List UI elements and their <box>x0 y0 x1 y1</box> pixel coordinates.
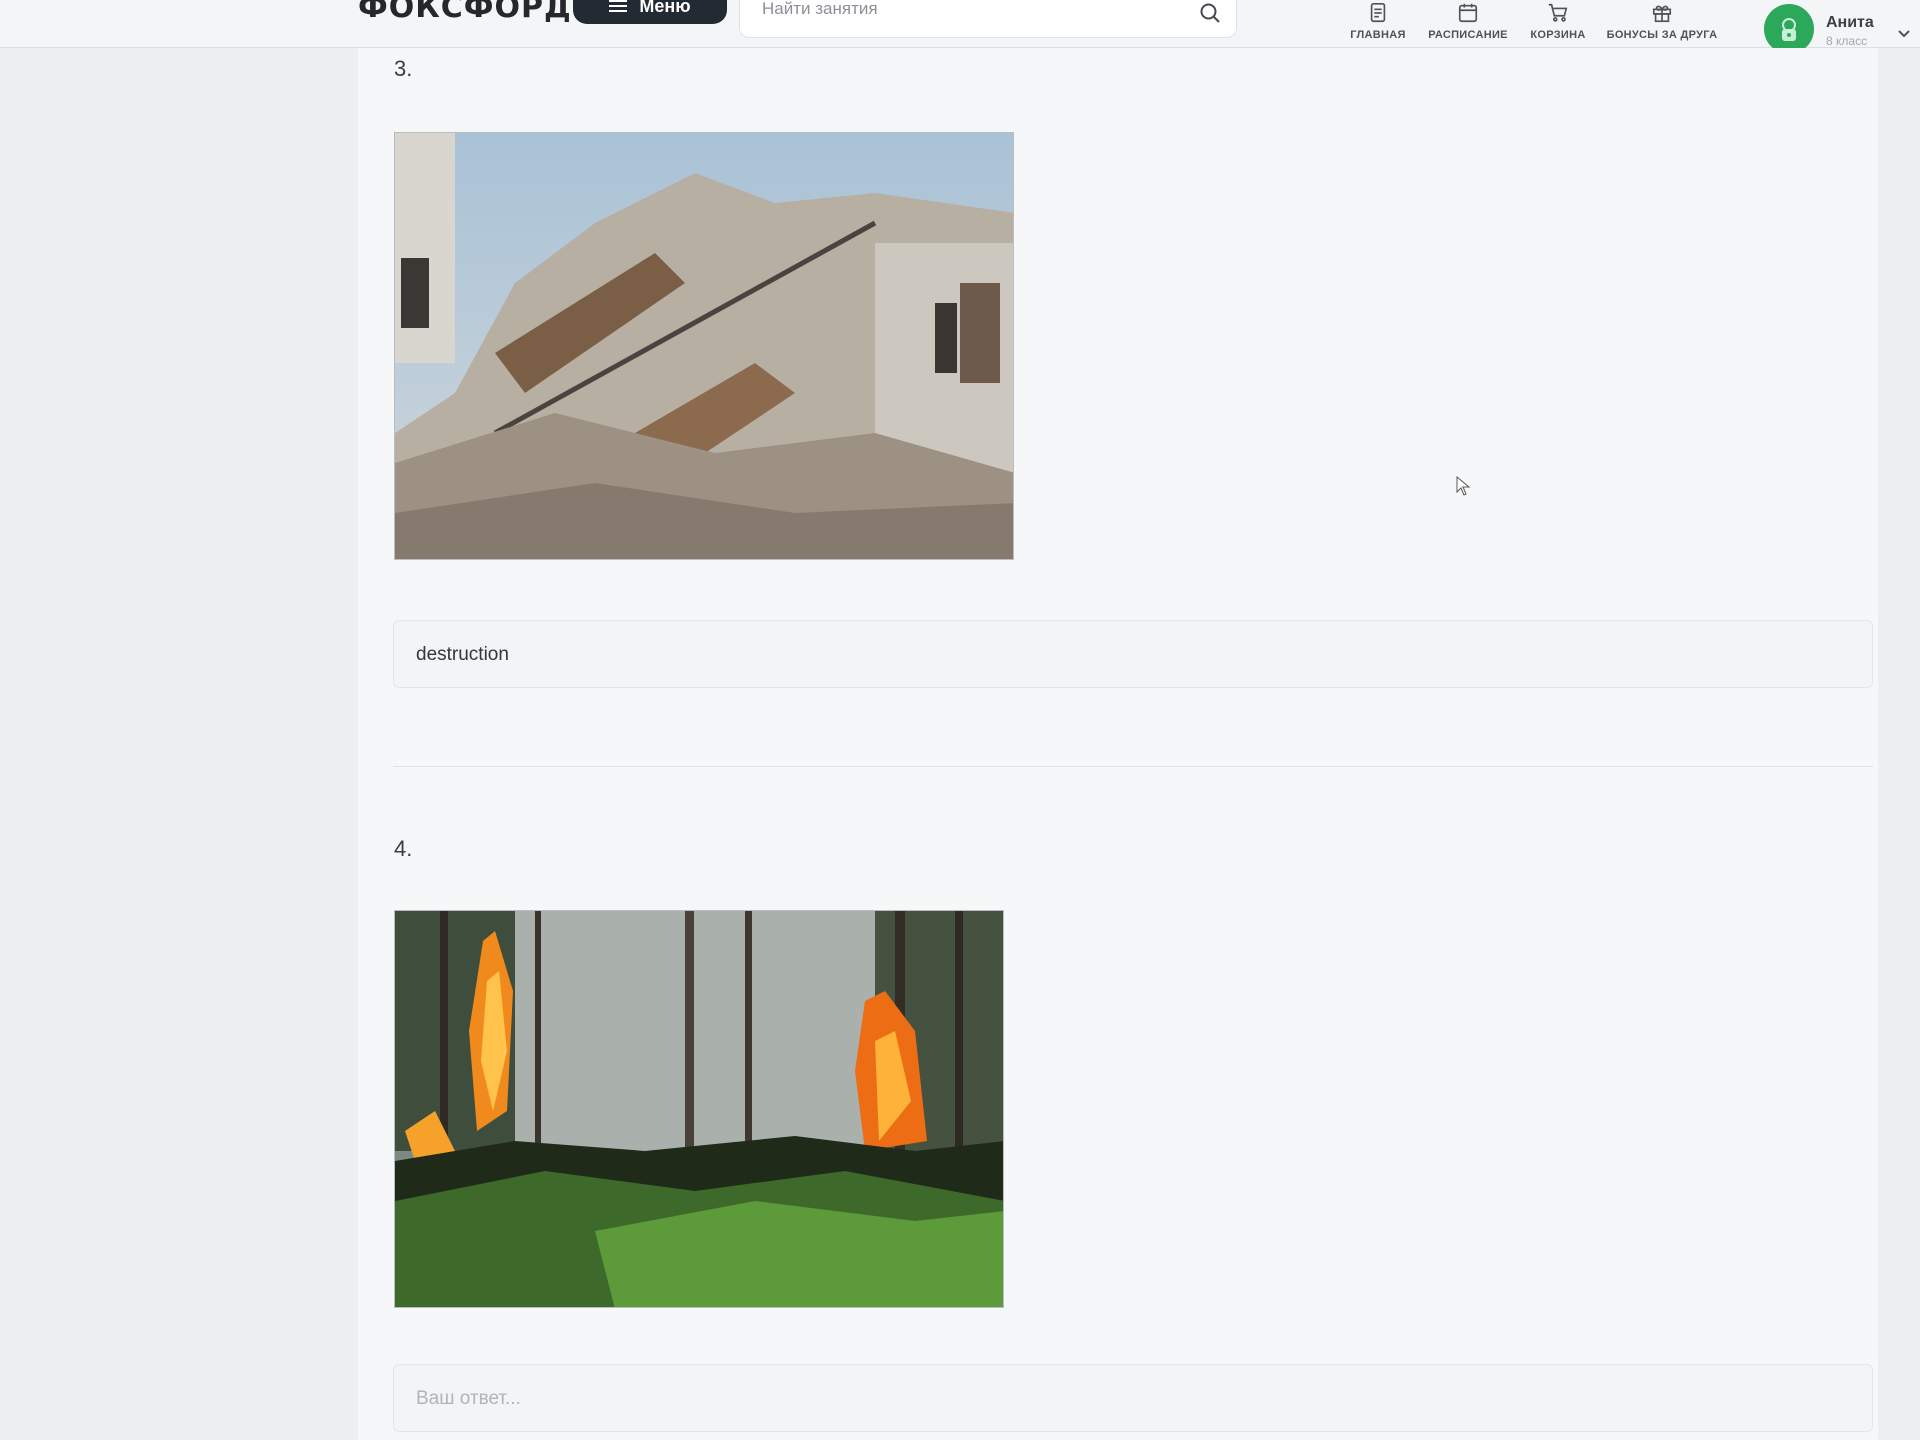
nav-bonus[interactable]: БОНУСЫ ЗА ДРУГА <box>1606 0 1718 48</box>
answer-input[interactable] <box>416 1387 1316 1411</box>
divider <box>393 766 1873 767</box>
logo[interactable]: ФОКСФОРД <box>358 0 572 25</box>
user-grade: 8 класс <box>1826 34 1868 48</box>
document-icon <box>1370 3 1386 23</box>
nav-home-label: ГЛАВНАЯ <box>1350 29 1406 41</box>
search-input[interactable] <box>762 0 1162 21</box>
menu-button[interactable]: Меню <box>573 0 727 24</box>
search-icon[interactable] <box>1198 1 1222 25</box>
answer-field[interactable] <box>393 620 1873 688</box>
nav-cart[interactable]: КОРЗИНА <box>1526 0 1590 48</box>
user-avatar-icon <box>1782 18 1796 41</box>
avatar[interactable] <box>1764 4 1814 54</box>
nav-home[interactable]: ГЛАВНАЯ <box>1346 0 1410 48</box>
nav-cart-label: КОРЗИНА <box>1530 29 1586 41</box>
nav-bonus-label: БОНУСЫ ЗА ДРУГА <box>1606 29 1718 41</box>
mouse-pointer-icon <box>1456 476 1471 496</box>
search-box[interactable] <box>739 0 1237 38</box>
answer-input[interactable] <box>416 643 1316 667</box>
question-number: 3. <box>394 56 413 81</box>
answer-field[interactable] <box>393 1364 1873 1432</box>
menu-icon <box>609 0 628 12</box>
calendar-icon <box>1458 3 1478 23</box>
collapsed-building-photo <box>394 132 1014 560</box>
menu-label: Меню <box>639 0 691 16</box>
chevron-down-icon[interactable] <box>1896 26 1912 42</box>
cart-icon <box>1548 3 1568 22</box>
forest-fire-photo <box>394 910 1004 1308</box>
nav-schedule-label: РАСПИСАНИЕ <box>1428 29 1508 41</box>
user-name[interactable]: Анита <box>1826 14 1874 32</box>
question-number: 4. <box>394 836 413 861</box>
nav-schedule[interactable]: РАСПИСАНИЕ <box>1426 0 1510 48</box>
gift-icon <box>1652 5 1672 23</box>
top-bar: ФОКСФОРД Меню ГЛАВНАЯ РАСПИСАНИЕ КОРЗИНА… <box>0 0 1920 54</box>
